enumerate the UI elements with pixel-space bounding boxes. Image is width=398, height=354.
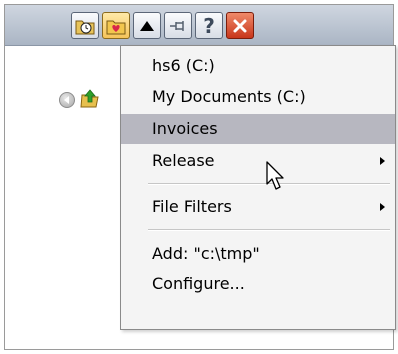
context-menu: hs6 (C:) My Documents (C:) Invoices Rele…	[120, 45, 396, 330]
recent-folders-button[interactable]	[71, 12, 99, 39]
menu-item-label: hs6 (C:)	[152, 56, 215, 75]
toolbar: ?	[5, 5, 393, 46]
submenu-arrow-icon	[380, 203, 385, 211]
help-button[interactable]: ?	[195, 12, 223, 39]
menu-item-file-filters[interactable]: File Filters	[121, 192, 395, 222]
folder-up-icon[interactable]	[80, 89, 100, 109]
close-button[interactable]	[226, 12, 254, 39]
clock-folder-icon	[75, 20, 95, 34]
pin-icon	[170, 20, 184, 31]
favorites-folder-icon	[106, 20, 126, 34]
menu-item-label: My Documents (C:)	[152, 87, 306, 106]
favorites-button[interactable]	[102, 12, 130, 39]
mouse-cursor-icon	[266, 161, 284, 190]
menu-item-add-tmp[interactable]: Add: "c:\tmp"	[121, 239, 395, 269]
menu-item-release[interactable]: Release	[121, 146, 395, 176]
menu-item-my-documents[interactable]: My Documents (C:)	[121, 82, 395, 112]
menu-item-label: Invoices	[152, 119, 218, 138]
up-arrow-icon	[140, 20, 154, 31]
close-icon	[233, 19, 247, 32]
help-icon: ?	[203, 13, 215, 38]
submenu-arrow-icon	[380, 157, 385, 165]
menu-separator	[148, 229, 390, 231]
menu-item-label: Configure...	[152, 274, 245, 293]
menu-item-label: Add: "c:\tmp"	[152, 244, 260, 263]
menu-item-label: Release	[152, 151, 215, 170]
window-frame: ? hs6 (C:) My Documents (C:) Invoices Re…	[4, 4, 396, 350]
menu-item-configure[interactable]: Configure...	[121, 269, 395, 299]
left-pane	[5, 46, 115, 349]
menu-item-invoices[interactable]: Invoices	[121, 114, 395, 144]
back-icon[interactable]	[59, 92, 75, 108]
menu-item-hs6[interactable]: hs6 (C:)	[121, 51, 395, 81]
menu-item-label: File Filters	[152, 197, 232, 216]
up-button[interactable]	[133, 12, 161, 39]
pin-button[interactable]	[164, 12, 192, 39]
